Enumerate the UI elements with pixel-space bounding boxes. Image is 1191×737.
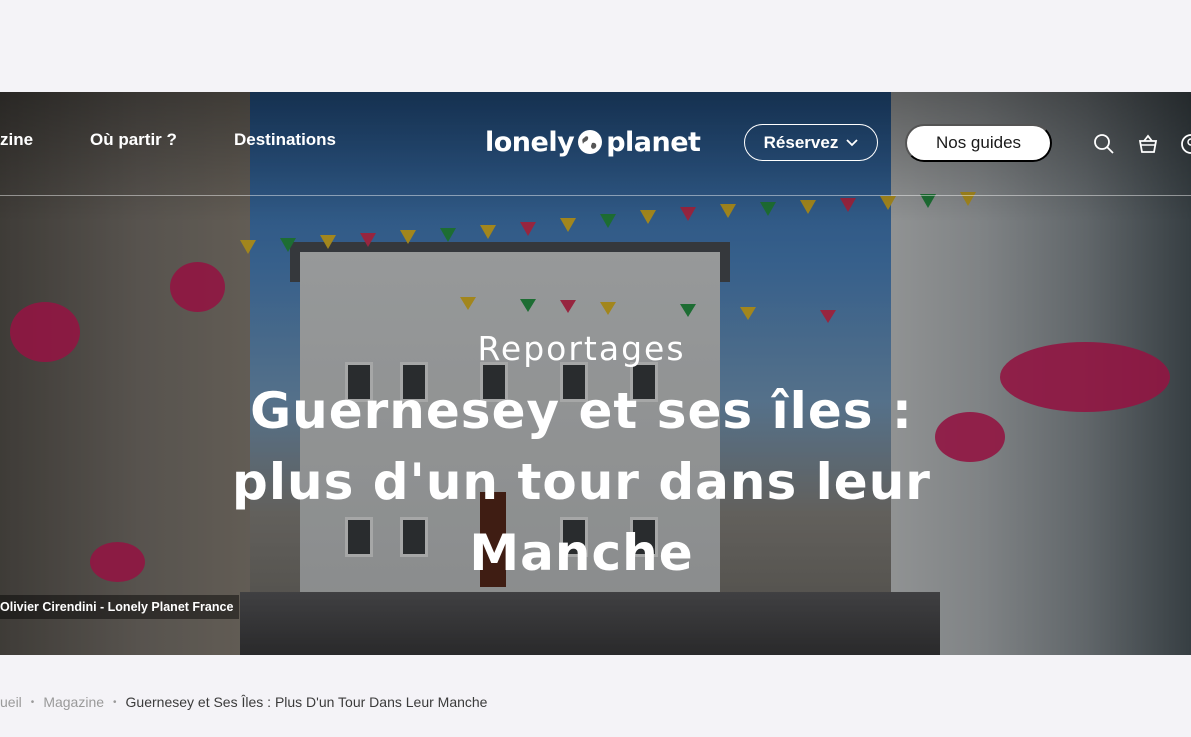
nav-link-destinations[interactable]: Destinations — [234, 130, 336, 150]
breadcrumb-item-magazine[interactable]: Magazine — [43, 694, 104, 710]
photo-credit: Olivier Cirendini - Lonely Planet France — [0, 595, 240, 619]
breadcrumb-separator: • — [113, 696, 117, 708]
hero-banner: zine Où partir ? Destinations lonely pla… — [0, 92, 1191, 655]
nos-guides-button[interactable]: Nos guides — [905, 124, 1052, 162]
breadcrumb: ueil • Magazine • Guernesey et Ses Îles … — [0, 692, 487, 712]
reservez-label: Réservez — [763, 132, 839, 152]
nav-link-ou-partir[interactable]: Où partir ? — [90, 130, 177, 150]
article-category[interactable]: Reportages — [0, 329, 1163, 368]
basket-icon[interactable] — [1137, 133, 1159, 155]
globe-icon — [578, 130, 603, 154]
article-title: Guernesey et ses îles : plus d'un tour d… — [232, 382, 931, 582]
chevron-down-icon — [846, 138, 858, 146]
logo-text-planet: planet — [606, 126, 701, 158]
top-blank-bar — [0, 0, 1191, 92]
lonely-planet-logo[interactable]: lonely planet — [485, 124, 701, 160]
reservez-dropdown-button[interactable]: Réservez — [744, 124, 878, 161]
account-icon[interactable] — [1180, 133, 1191, 155]
breadcrumb-separator: • — [30, 696, 35, 708]
search-icon[interactable] — [1093, 133, 1115, 155]
breadcrumb-current-page: Guernesey et Ses Îles : Plus D'un Tour D… — [125, 694, 488, 710]
logo-text-lonely: lonely — [485, 126, 575, 158]
main-navigation: zine Où partir ? Destinations lonely pla… — [0, 92, 1191, 196]
nav-link-magazine[interactable]: zine — [0, 130, 33, 150]
breadcrumb-item-accueil[interactable]: ueil — [0, 694, 22, 710]
